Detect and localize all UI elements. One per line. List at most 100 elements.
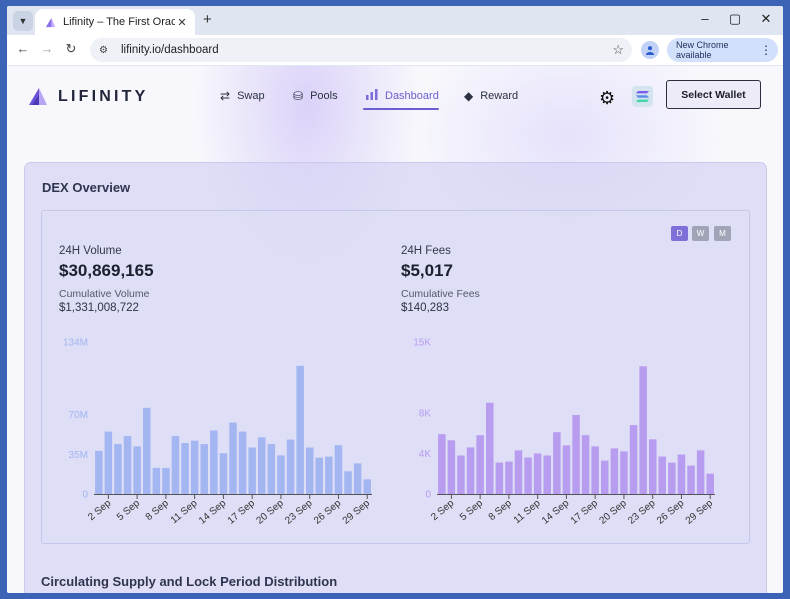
circulating-supply-title: Circulating Supply and Lock Period Distr… xyxy=(41,574,338,589)
chart-bar[interactable] xyxy=(143,407,151,494)
chart-bar[interactable] xyxy=(190,440,199,494)
chart-bar[interactable] xyxy=(668,462,676,494)
chart-bar[interactable] xyxy=(591,446,599,494)
chart-bar[interactable] xyxy=(315,457,324,494)
x-tick-label: 8 Sep xyxy=(144,498,171,524)
chart-bar[interactable] xyxy=(123,436,132,494)
chart-bar[interactable] xyxy=(601,460,609,494)
chart-bar[interactable] xyxy=(114,444,122,494)
chart-bar[interactable] xyxy=(219,453,228,494)
chart-bar[interactable] xyxy=(696,450,705,494)
site-settings-icon[interactable]: ⚙ xyxy=(99,45,113,56)
nav-dashboard[interactable]: Dashboard xyxy=(366,89,439,103)
chart-bar[interactable] xyxy=(466,447,475,494)
chart-bar[interactable] xyxy=(277,455,285,494)
chart-bar[interactable] xyxy=(229,422,237,495)
chart-bar[interactable] xyxy=(610,448,619,494)
bookmark-star-icon[interactable]: ☆ xyxy=(612,42,624,58)
nav-pools-label: Pools xyxy=(310,90,338,102)
chart-bar[interactable] xyxy=(447,440,456,494)
close-window-button[interactable]: ✕ xyxy=(751,11,781,27)
chart-bar[interactable] xyxy=(152,467,161,494)
chart-bar[interactable] xyxy=(334,445,343,494)
chart-bar[interactable] xyxy=(543,455,552,495)
chart-bar[interactable] xyxy=(572,415,580,494)
chart-bar[interactable] xyxy=(687,465,695,494)
chart-bar[interactable] xyxy=(486,402,494,494)
lifinity-logo-icon xyxy=(29,88,47,105)
chart-bar[interactable] xyxy=(95,450,103,494)
browser-tab[interactable]: Lifinity – The First Oracle-Based ✕ xyxy=(35,9,195,35)
minimize-button[interactable]: – xyxy=(690,11,720,26)
back-arrow-icon[interactable]: ← xyxy=(14,41,32,56)
address-bar[interactable]: ⚙ lifinity.io/dashboard ☆ xyxy=(90,38,632,62)
reload-icon[interactable]: ↻ xyxy=(62,41,80,57)
chart-bar[interactable] xyxy=(533,453,542,495)
chart-bar[interactable] xyxy=(581,435,590,494)
chart-bar[interactable] xyxy=(258,437,266,494)
new-tab-button[interactable]: + xyxy=(203,11,212,28)
tab-search-button[interactable]: ▼ xyxy=(13,11,33,31)
chart-bar[interactable] xyxy=(363,479,372,494)
settings-gear-icon[interactable]: ⚙ xyxy=(599,88,615,109)
tab-strip: ▼ Lifinity – The First Oracle-Based ✕ + … xyxy=(7,6,783,35)
x-tick-label: 5 Sep xyxy=(115,498,142,524)
maximize-button[interactable]: ▢ xyxy=(720,11,750,27)
cumulative-fees-value: $140,283 xyxy=(401,302,449,314)
chart-bar[interactable] xyxy=(104,431,113,494)
x-tick-label: 23 Sep xyxy=(283,498,315,527)
chart-bar[interactable] xyxy=(495,462,504,494)
chart-bar[interactable] xyxy=(677,454,686,495)
nav-pools[interactable]: ⛁ Pools xyxy=(293,89,338,103)
chart-bar[interactable] xyxy=(706,473,715,494)
y-tick-label: 35M xyxy=(69,450,88,461)
volume-value: $30,869,165 xyxy=(59,261,154,280)
chart-bar[interactable] xyxy=(553,432,561,494)
chart-bar[interactable] xyxy=(562,445,571,494)
nav-reward[interactable]: ◆ Reward xyxy=(464,89,518,103)
x-tick-label: 17 Sep xyxy=(226,498,258,527)
chart-bar[interactable] xyxy=(238,431,247,494)
period-month-button[interactable]: M xyxy=(714,226,731,241)
chart-bar[interactable] xyxy=(306,447,314,495)
solana-network-icon[interactable] xyxy=(632,86,653,107)
logo[interactable]: LIFINITY xyxy=(28,87,148,107)
chart-bar[interactable] xyxy=(514,450,523,494)
chart-bar[interactable] xyxy=(505,461,513,494)
y-tick-label: 0 xyxy=(425,490,431,501)
nav-swap[interactable]: ⇄ Swap xyxy=(220,89,265,103)
profile-avatar-icon[interactable] xyxy=(641,41,659,59)
chart-bar[interactable] xyxy=(171,436,180,494)
chart-bar[interactable] xyxy=(296,365,304,494)
page-content: LIFINITY ⇄ Swap ⛁ Pools Dashboard ◆ Rewa… xyxy=(7,66,783,593)
chart-bar[interactable] xyxy=(200,444,209,494)
forward-arrow-icon[interactable]: → xyxy=(38,41,56,56)
period-day-button[interactable]: D xyxy=(671,226,688,241)
chart-bar[interactable] xyxy=(353,463,362,494)
chart-bar[interactable] xyxy=(181,443,189,494)
chart-bar[interactable] xyxy=(210,430,218,495)
cumulative-fees-label: Cumulative Fees xyxy=(401,288,480,300)
tab-close-icon[interactable]: ✕ xyxy=(175,16,189,29)
chart-bar[interactable] xyxy=(162,467,170,494)
select-wallet-button[interactable]: Select Wallet xyxy=(666,80,761,109)
chart-bar[interactable] xyxy=(629,425,638,494)
chart-bar[interactable] xyxy=(457,455,465,495)
chart-bar[interactable] xyxy=(344,471,352,494)
chart-bar[interactable] xyxy=(658,456,667,495)
chart-bar[interactable] xyxy=(438,434,446,494)
period-week-button[interactable]: W xyxy=(692,226,709,241)
chart-bar[interactable] xyxy=(133,446,141,494)
chart-bar[interactable] xyxy=(524,457,532,495)
chart-bar[interactable] xyxy=(267,444,276,494)
more-vert-icon[interactable]: ⋮ xyxy=(760,43,772,57)
chart-bar[interactable] xyxy=(476,435,484,494)
x-tick-label: 11 Sep xyxy=(512,498,543,527)
chart-bar[interactable] xyxy=(649,439,657,494)
chart-bar[interactable] xyxy=(286,439,295,494)
chart-bar[interactable] xyxy=(248,447,256,495)
chart-bar[interactable] xyxy=(620,451,628,494)
chart-bar[interactable] xyxy=(325,456,333,494)
chrome-update-button[interactable]: New Chrome available ⋮ xyxy=(667,38,778,62)
chart-bar[interactable] xyxy=(639,366,647,494)
